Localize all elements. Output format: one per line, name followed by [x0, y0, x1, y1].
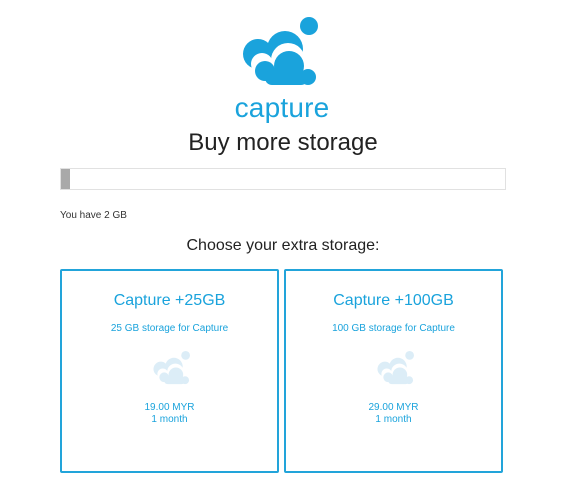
cloud-icon [377, 350, 414, 385]
plan-card-100gb[interactable]: Capture +100GB 100 GB storage for Captur… [284, 269, 503, 473]
plan-title: Capture +100GB [333, 292, 454, 309]
plan-subtitle: 25 GB storage for Capture [110, 323, 229, 334]
capture-logo: capture [222, 12, 342, 123]
plan-card-25gb[interactable]: Capture +25GB 25 GB storage for Capture … [60, 269, 279, 473]
plan-title: Capture +25GB [113, 292, 226, 309]
storage-progress-fill [61, 169, 70, 189]
cloud-icon [243, 17, 318, 85]
plan-period: 1 month [375, 414, 412, 425]
cloud-icon [153, 350, 190, 385]
storage-progress-bar [60, 168, 506, 190]
plan-period: 1 month [151, 414, 188, 425]
page-title: Buy more storage [188, 129, 378, 156]
storage-usage-text: You have 2 GB [60, 210, 127, 221]
plan-price: 29.00 MYR [368, 402, 419, 413]
plan-subtitle: 100 GB storage for Capture [332, 323, 455, 334]
plan-price: 19.00 MYR [144, 402, 195, 413]
plans-heading: Choose your extra storage: [186, 237, 380, 254]
brand-name: capture [234, 92, 330, 123]
